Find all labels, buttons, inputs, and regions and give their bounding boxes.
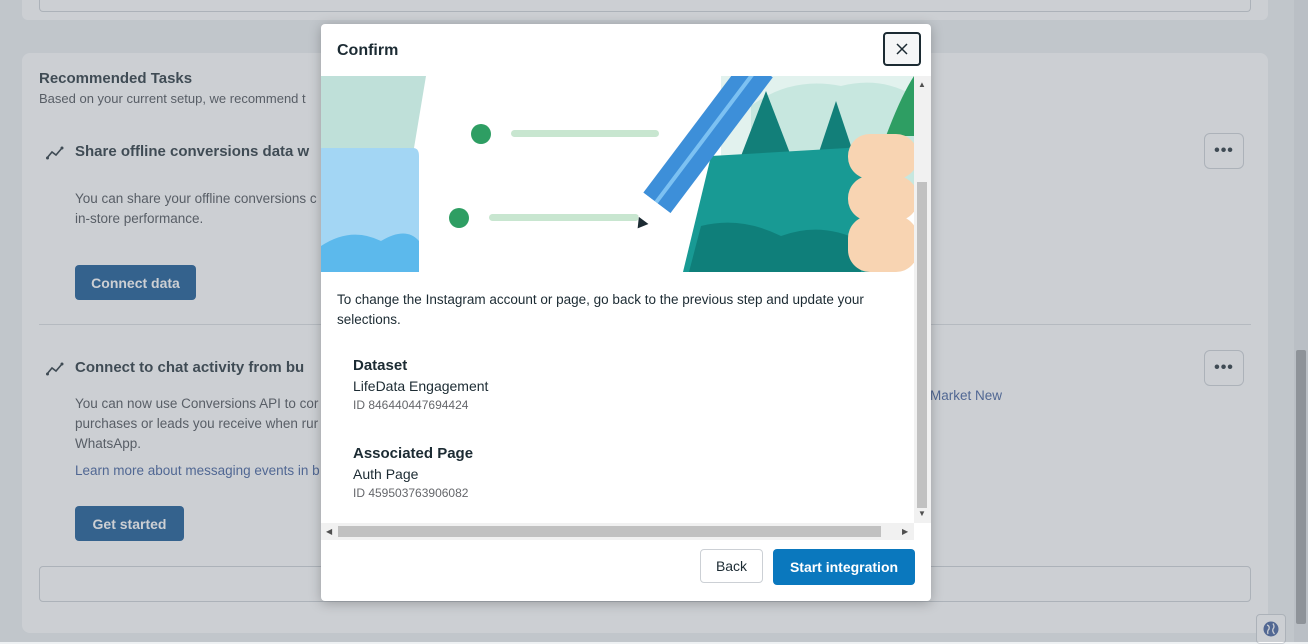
scroll-left-arrow-icon[interactable]: ◀ xyxy=(326,527,332,536)
horizontal-scroll-thumb[interactable] xyxy=(338,526,881,537)
dataset-label: Dataset xyxy=(353,357,408,374)
dialog-header: Confirm xyxy=(321,24,931,77)
page-id: ID 459503763906082 xyxy=(353,486,469,500)
dataset-name: LifeData Engagement xyxy=(353,378,489,394)
info-text: To change the Instagram account or page,… xyxy=(337,292,864,327)
scroll-up-arrow-icon[interactable]: ▲ xyxy=(918,80,926,89)
page-name: Auth Page xyxy=(353,466,419,482)
start-integration-button[interactable]: Start integration xyxy=(773,549,915,585)
dialog-title: Confirm xyxy=(337,42,399,59)
dataset-id: ID 846440447694424 xyxy=(353,398,469,412)
close-button[interactable] xyxy=(883,32,921,66)
vertical-scroll-thumb[interactable] xyxy=(917,182,927,508)
confirm-dialog: Confirm To change the Instagram account … xyxy=(321,24,931,601)
back-button[interactable]: Back xyxy=(700,549,763,583)
dialog-body: To change the Instagram account or page,… xyxy=(321,76,931,540)
page-label: Associated Page xyxy=(353,445,474,462)
scroll-right-arrow-icon[interactable]: ▶ xyxy=(902,527,908,536)
scroll-down-arrow-icon[interactable]: ▼ xyxy=(918,509,926,518)
illustration-image xyxy=(321,76,914,272)
close-icon xyxy=(896,43,908,55)
dialog-footer: Back Start integration xyxy=(321,540,931,601)
